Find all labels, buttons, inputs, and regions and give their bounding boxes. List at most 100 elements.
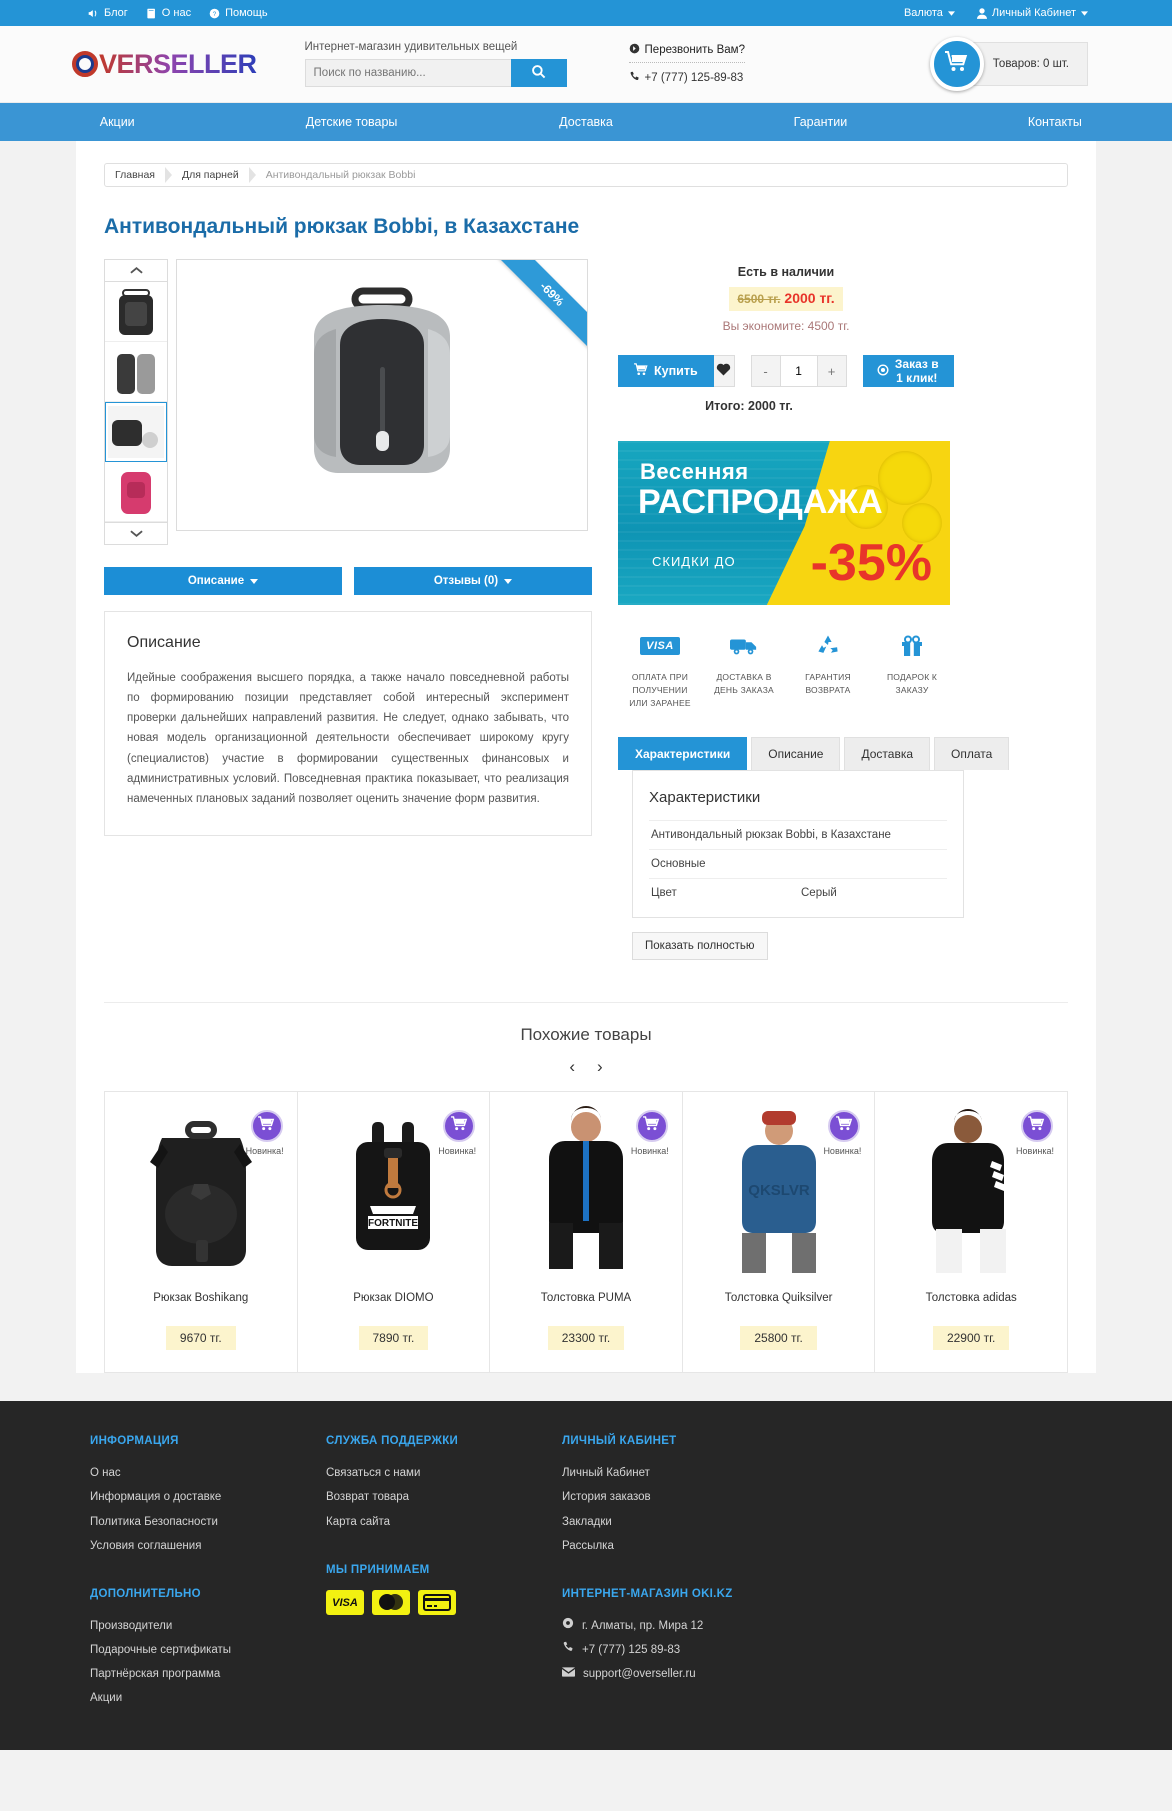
- old-price: 6500 тг.: [737, 292, 781, 306]
- gallery-thumb-2[interactable]: [105, 342, 167, 402]
- purchase-column: Есть в наличии 6500 тг. 2000 тг. Вы эконо…: [618, 259, 1010, 961]
- topbar-currency-label: Валюта: [903, 7, 943, 19]
- quantity-decrease-button[interactable]: -: [751, 356, 780, 386]
- search-input[interactable]: [304, 59, 511, 87]
- one-click-order-button[interactable]: Заказ в 1 клик!: [862, 355, 954, 387]
- gift-icon: [874, 631, 950, 661]
- tab-delivery[interactable]: Доставка: [844, 737, 931, 771]
- footer-link-about[interactable]: О нас: [90, 1461, 326, 1485]
- cart-block[interactable]: Товаров: 0 шт.: [930, 37, 1088, 91]
- list-item[interactable]: QKSLVR Новинка! Толстовка Quiksilver 258…: [682, 1092, 876, 1373]
- feature-payment: VISA ОПЛАТА ПРИ ПОЛУЧЕНИИ ИЛИ ЗАРАНЕЕ: [618, 631, 702, 709]
- topbar-currency-dropdown[interactable]: Валюта: [904, 7, 955, 19]
- nav-item-3[interactable]: Гарантии: [703, 115, 937, 129]
- thumbnails-up-button[interactable]: [105, 260, 167, 282]
- footer-link-security-policy[interactable]: Политика Безопасности: [90, 1510, 326, 1534]
- quantity-input[interactable]: [779, 356, 818, 386]
- footer-link-newsletter[interactable]: Рассылка: [562, 1534, 862, 1558]
- list-item[interactable]: Новинка! Толстовка adidas 22900 тг.: [875, 1092, 1068, 1373]
- breadcrumb-item-category[interactable]: Для парней: [182, 169, 239, 181]
- product-left-column: -69% Описание Отзывы (0) Описание Идейны…: [104, 259, 592, 960]
- topbar-account-dropdown[interactable]: Личный Кабинет: [976, 7, 1088, 19]
- footer-link-affiliate[interactable]: Партнёрская программа: [90, 1662, 326, 1686]
- header-phone[interactable]: +7 (777) 125-89-83: [629, 71, 745, 85]
- toggle-description-button[interactable]: Описание: [104, 567, 342, 595]
- visa-icon: VISA: [326, 1589, 364, 1615]
- feature-delivery-caption: ДОСТАВКА В ДЕНЬ ЗАКАЗА: [714, 672, 774, 695]
- footer-link-account[interactable]: Личный Кабинет: [562, 1461, 862, 1485]
- footer-link-terms[interactable]: Условия соглашения: [90, 1534, 326, 1558]
- footer-link-gift-certificates[interactable]: Подарочные сертификаты: [90, 1638, 326, 1662]
- spec-value: Серый: [801, 887, 837, 900]
- footer-link-order-history[interactable]: История заказов: [562, 1485, 862, 1509]
- product-main-image[interactable]: -69%: [176, 259, 588, 531]
- spec-key: Цвет: [651, 887, 677, 900]
- footer-link-delivery-info[interactable]: Информация о доставке: [90, 1485, 326, 1509]
- topbar-link-about[interactable]: О нас: [146, 7, 191, 19]
- gallery-thumb-1[interactable]: [105, 282, 167, 342]
- nav-item-0[interactable]: Акции: [0, 115, 234, 129]
- callback-link[interactable]: Перезвонить Вам?: [628, 43, 745, 63]
- footer-link-promotions[interactable]: Акции: [90, 1686, 326, 1710]
- footer-column-information: ИНФОРМАЦИЯ О нас Информация о доставке П…: [90, 1435, 326, 1710]
- quick-add-to-cart-button[interactable]: [250, 1110, 283, 1143]
- quantity-increase-button[interactable]: +: [817, 356, 846, 386]
- footer-columns: ИНФОРМАЦИЯ О нас Информация о доставке П…: [76, 1435, 1096, 1710]
- footer-link-sitemap[interactable]: Карта сайта: [326, 1510, 562, 1534]
- show-all-specs-button[interactable]: Показать полностью: [632, 932, 768, 961]
- quick-add-to-cart-button[interactable]: [635, 1110, 668, 1143]
- footer-link-contact-us[interactable]: Связаться с нами: [326, 1461, 562, 1485]
- page-title: Антивондальный рюкзак Bobbi, в Казахстан…: [104, 215, 580, 238]
- tab-payment[interactable]: Оплата: [934, 737, 1010, 771]
- tab-specifications[interactable]: Характеристики: [618, 737, 748, 771]
- thumbnails-down-button[interactable]: [105, 522, 167, 544]
- top-bar-right-links: Валюта Личный Кабинет: [904, 7, 1088, 19]
- list-item[interactable]: Новинка! Толстовка PUMA 23300 тг.: [490, 1092, 683, 1373]
- price-highlight: 6500 тг. 2000 тг.: [729, 287, 843, 311]
- toggle-reviews-label: Отзывы (0): [433, 575, 499, 587]
- book-icon: [146, 8, 157, 19]
- buy-button[interactable]: Купить: [618, 355, 714, 387]
- toggle-reviews-button[interactable]: Отзывы (0): [354, 567, 592, 595]
- topbar-link-help[interactable]: ? Помощь: [209, 7, 268, 19]
- gallery-thumb-3[interactable]: [105, 402, 167, 462]
- quick-add-to-cart-button[interactable]: [1020, 1110, 1053, 1143]
- nav-item-1[interactable]: Детские товары: [234, 115, 468, 129]
- topbar-link-blog-label: Блог: [104, 7, 128, 19]
- list-item[interactable]: FORTNITE Новинка! Рюкзак DIOMO 7890 тг.: [297, 1092, 491, 1373]
- cart-circle[interactable]: [930, 37, 984, 91]
- cart-icon: [643, 1116, 660, 1136]
- add-to-favorites-button[interactable]: [713, 355, 735, 387]
- search-row: [304, 59, 567, 87]
- nav-item-2[interactable]: Доставка: [469, 115, 703, 129]
- product-price: 7890 тг.: [358, 1326, 429, 1351]
- gallery-thumb-4[interactable]: [105, 462, 167, 522]
- price-line: 6500 тг. 2000 тг.: [618, 287, 954, 311]
- product-area: -69% Описание Отзывы (0) Описание Идейны…: [104, 259, 1068, 961]
- footer-phone-label: +7 (777) 125 89-83: [582, 1643, 681, 1656]
- truck-icon: [706, 631, 782, 661]
- list-item[interactable]: Новинка! Рюкзак Boshikang 9670 тг.: [105, 1092, 298, 1373]
- product-name: Рюкзак Boshikang: [153, 1292, 249, 1305]
- topbar-account-label: Личный Кабинет: [991, 7, 1076, 19]
- promo-banner[interactable]: Весенняя РАСПРОДАЖА СКИДКИ ДО -35%: [618, 441, 950, 605]
- nav-item-4[interactable]: Контакты: [938, 115, 1172, 129]
- new-price: 2000 тг.: [784, 290, 835, 306]
- tab-description[interactable]: Описание: [751, 737, 841, 771]
- breadcrumb-item-current: Антивондальный рюкзак Bobbi: [265, 169, 416, 181]
- footer-link-bookmarks[interactable]: Закладки: [562, 1510, 862, 1534]
- footer-email[interactable]: support@overseller.ru: [561, 1662, 862, 1686]
- similar-products-list: Новинка! Рюкзак Boshikang 9670 тг. FORTN…: [104, 1091, 1068, 1374]
- search-button[interactable]: [510, 59, 567, 87]
- carousel-next-icon[interactable]: ›: [597, 1057, 603, 1077]
- footer-link-returns[interactable]: Возврат товара: [326, 1485, 562, 1509]
- footer-email-label: support@overseller.ru: [583, 1668, 696, 1681]
- credit-card-icon: [418, 1589, 456, 1615]
- toggle-description-label: Описание: [187, 575, 245, 587]
- site-logo[interactable]: VERSELLER: [72, 49, 257, 80]
- topbar-link-blog[interactable]: Блог: [88, 7, 128, 19]
- breadcrumb-item-home[interactable]: Главная: [115, 169, 155, 181]
- carousel-prev-icon[interactable]: ‹: [569, 1057, 575, 1077]
- footer-link-manufacturers[interactable]: Производители: [90, 1614, 326, 1638]
- footer-phone[interactable]: +7 (777) 125 89-83: [562, 1638, 862, 1662]
